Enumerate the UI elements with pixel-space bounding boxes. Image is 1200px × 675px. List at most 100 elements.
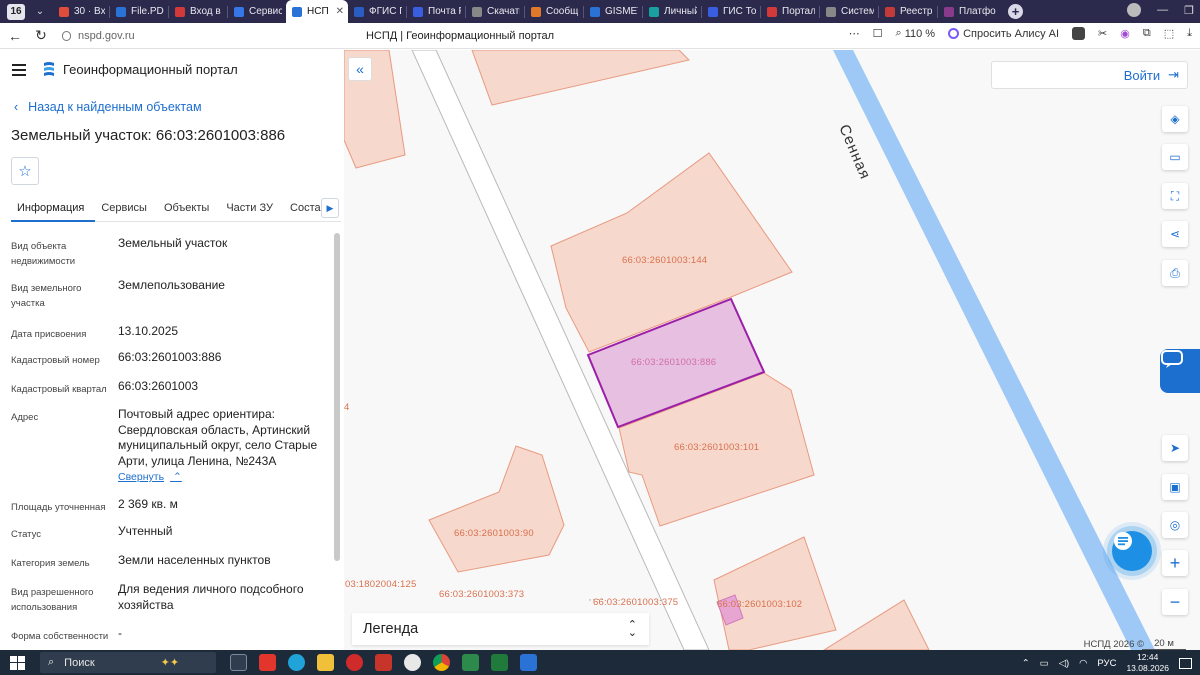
parcel-label-886: 66:03:2601003:886 — [631, 357, 717, 368]
browser-tab[interactable]: Вход в с — [169, 0, 227, 23]
browser-tab[interactable]: Сообщ — [525, 0, 583, 23]
info-tab[interactable]: Информация — [11, 194, 96, 222]
browser-tab-strip: 16 ⌄ 30 · Вход File.PDF Вход в с Сервис НСПД… — [0, 0, 1200, 23]
minus-icon: − — [1169, 591, 1181, 612]
favorite-button[interactable]: ☆ — [11, 157, 39, 185]
tabs-scroll-right-button[interactable]: ▶ — [321, 198, 339, 218]
browser-tab[interactable]: Портал — [761, 0, 819, 23]
browser-tab[interactable]: Скачать — [466, 0, 524, 23]
app-circle-icon[interactable] — [404, 654, 421, 671]
select-area-button[interactable]: ⛶ — [1162, 183, 1188, 209]
info-tab[interactable]: Объекты — [158, 194, 220, 222]
geolocation-button[interactable]: ◎ — [1162, 512, 1188, 538]
wifi-icon[interactable]: ◠ — [1079, 658, 1087, 669]
new-tab-button[interactable]: + — [1008, 4, 1023, 19]
browser-tab[interactable]: Платфо — [938, 0, 1000, 23]
taskbar-search[interactable]: ⌕ Поиск ✦✦ — [40, 652, 216, 673]
zoom-in-button[interactable]: + — [1162, 550, 1188, 576]
browser-tab[interactable]: GISMET — [584, 0, 642, 23]
browser-tab[interactable]: Личный — [643, 0, 701, 23]
zoom-out-button[interactable]: − — [1162, 589, 1188, 615]
extension-purple-icon[interactable]: ◉ — [1120, 27, 1130, 40]
task-view-icon[interactable] — [230, 654, 247, 671]
tab-list-dropdown-icon[interactable]: ⌄ — [33, 6, 47, 17]
hamburger-menu-icon[interactable] — [12, 64, 26, 79]
tools-icon[interactable]: ✂ — [1098, 27, 1107, 40]
parcel-lower-right[interactable] — [823, 599, 930, 650]
parcel-90-shape[interactable] — [428, 445, 565, 573]
bookmark-icon[interactable]: ☐ — [873, 27, 883, 40]
browser-tab[interactable]: File.PDF — [110, 0, 168, 23]
print-button[interactable]: ⎙ — [1162, 260, 1188, 286]
share-button[interactable]: ⋖ — [1162, 221, 1188, 247]
minimap-button[interactable]: ▣ — [1162, 474, 1188, 500]
tab-favicon-icon — [944, 6, 954, 17]
excel-icon[interactable] — [491, 654, 508, 671]
property-value: - — [118, 626, 122, 640]
info-tab[interactable]: Сервисы — [95, 194, 158, 222]
browser-tab[interactable]: НСПД ✕ — [286, 0, 348, 23]
parcel-top[interactable] — [471, 50, 690, 106]
notifications-icon[interactable] — [1179, 657, 1192, 669]
zoom-indicator[interactable]: ⌕ 110 % — [896, 27, 936, 40]
locate-button[interactable]: ➤ — [1162, 435, 1188, 461]
clock[interactable]: 12:44 13.08.2026 — [1126, 652, 1169, 674]
close-tab-icon[interactable]: ✕ — [336, 6, 344, 17]
more-icon[interactable]: ⋯ — [849, 27, 860, 40]
collapse-address-link[interactable]: Свернуть ⌃ — [118, 471, 182, 483]
download-arrow-icon[interactable]: ⤓ — [1187, 27, 1192, 40]
property-value: 2 369 кв. м — [118, 497, 178, 511]
browser-tab[interactable]: 30 · Вход — [53, 0, 109, 23]
plus-icon: + — [1169, 552, 1181, 573]
profile-badge[interactable]: 16 — [7, 3, 25, 20]
back-to-results-link[interactable]: ‹ Назад к найденным объектам — [14, 100, 202, 114]
tray-chevron-icon[interactable]: ⌃ — [1022, 658, 1030, 669]
chrome-icon[interactable] — [433, 654, 450, 671]
pen-app-icon[interactable] — [462, 654, 479, 671]
browser-tab[interactable]: Систем — [820, 0, 878, 23]
language-indicator[interactable]: РУС — [1097, 658, 1116, 669]
yandex-browser-icon[interactable] — [346, 654, 363, 671]
volume-icon[interactable]: ◁) — [1059, 658, 1069, 669]
edge-icon[interactable] — [288, 654, 305, 671]
map-canvas[interactable] — [344, 50, 1200, 650]
select-area-icon: ⛶ — [1170, 188, 1180, 203]
calendar-app-icon[interactable] — [520, 654, 537, 671]
extension-icon[interactable] — [1072, 27, 1086, 40]
info-tab[interactable]: Части ЗУ — [220, 194, 284, 222]
downloads-icon[interactable]: ⬚ — [1164, 27, 1174, 40]
maximize-icon[interactable]: ❐ — [1184, 4, 1194, 17]
river — [833, 50, 1155, 650]
file-explorer-icon[interactable] — [317, 654, 334, 671]
support-chat-tab[interactable] — [1160, 349, 1200, 393]
ruler-button[interactable]: ▭ — [1162, 144, 1188, 170]
network-icon[interactable]: ▭ — [1040, 658, 1049, 669]
map-view[interactable]: Сенная 66:03:2601003:144 66:03:2601003:8… — [344, 50, 1200, 650]
browser-tab[interactable]: ФГИС П — [348, 0, 406, 23]
yandex-icon[interactable] — [259, 654, 276, 671]
browser-tab[interactable]: Почта Р — [407, 0, 465, 23]
account-avatar[interactable] — [1127, 3, 1142, 17]
extensions-puzzle-icon[interactable]: ⧉ — [1143, 27, 1151, 40]
system-tray: ⌃ ▭ ◁) ◠ РУС 12:44 13.08.2026 — [1022, 652, 1192, 674]
browser-tab[interactable]: Реестр — [879, 0, 937, 23]
start-button[interactable] — [10, 655, 26, 670]
panel-scrollbar[interactable] — [334, 233, 340, 561]
assistant-chat-button[interactable] — [1112, 531, 1152, 571]
property-value: Для ведения личного подсобного хозяйства — [118, 582, 304, 612]
alisa-button[interactable]: Спросить Алису AI — [948, 28, 1059, 40]
collapse-panel-button[interactable]: « — [348, 57, 372, 81]
layers-button[interactable]: ◈ — [1162, 106, 1188, 132]
parcel-102-shape[interactable] — [713, 536, 837, 650]
tab-favicon-icon — [531, 6, 541, 17]
minimize-icon[interactable]: — — [1157, 4, 1168, 16]
legend-panel[interactable]: Легенда ⌃ ⌄ — [352, 613, 649, 645]
video-app-icon[interactable] — [375, 654, 392, 671]
browser-tab[interactable]: Сервис — [228, 0, 286, 23]
browser-tab[interactable]: ГИС Тор — [702, 0, 760, 23]
property-value: 66:03:2601003 — [118, 379, 199, 393]
tab-label: Сервис — [249, 6, 282, 17]
parcel-label-partial: 4 — [344, 402, 350, 413]
property-key: Кадастровый квартал — [11, 384, 107, 395]
login-button[interactable]: Войти ⇥ — [991, 61, 1188, 89]
